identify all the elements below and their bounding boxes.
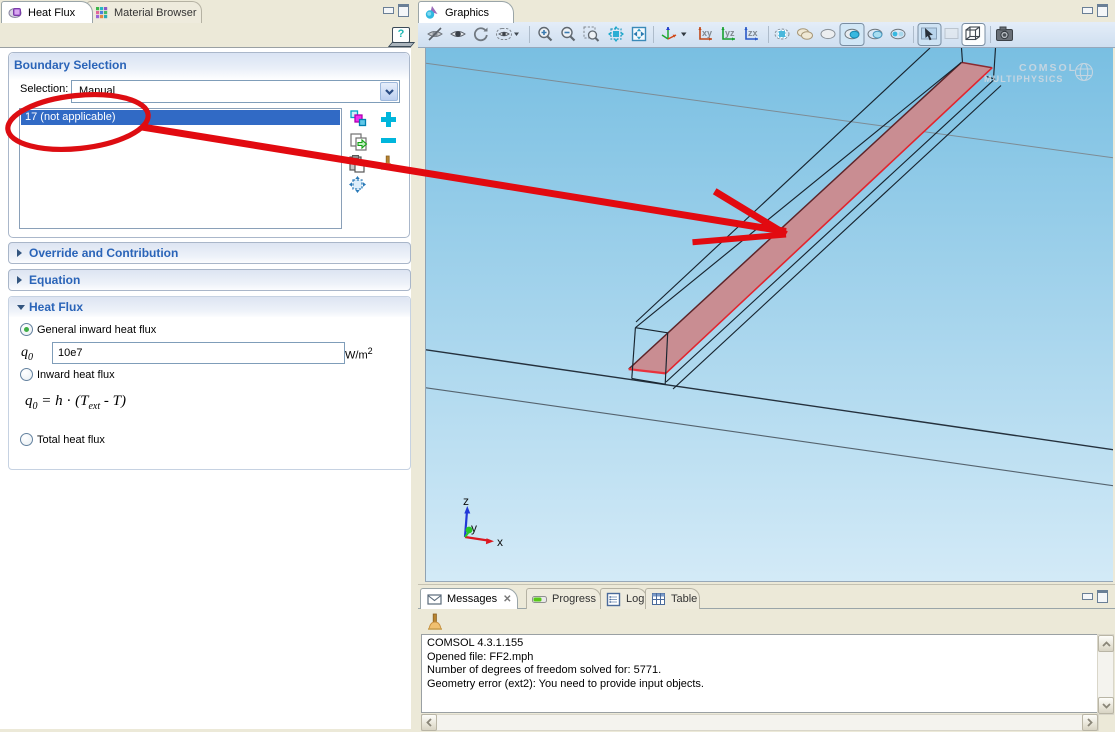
svg-text:y: y (471, 521, 477, 535)
svg-text:MULTIPHYSICS: MULTIPHYSICS (984, 74, 1064, 84)
svg-text:z: z (463, 494, 469, 508)
svg-text:zx: zx (748, 28, 758, 38)
svg-text:COMSOL: COMSOL (1019, 62, 1077, 74)
svg-text:xy: xy (702, 28, 712, 38)
svg-text:yz: yz (725, 28, 735, 38)
svg-text:x: x (497, 535, 503, 549)
